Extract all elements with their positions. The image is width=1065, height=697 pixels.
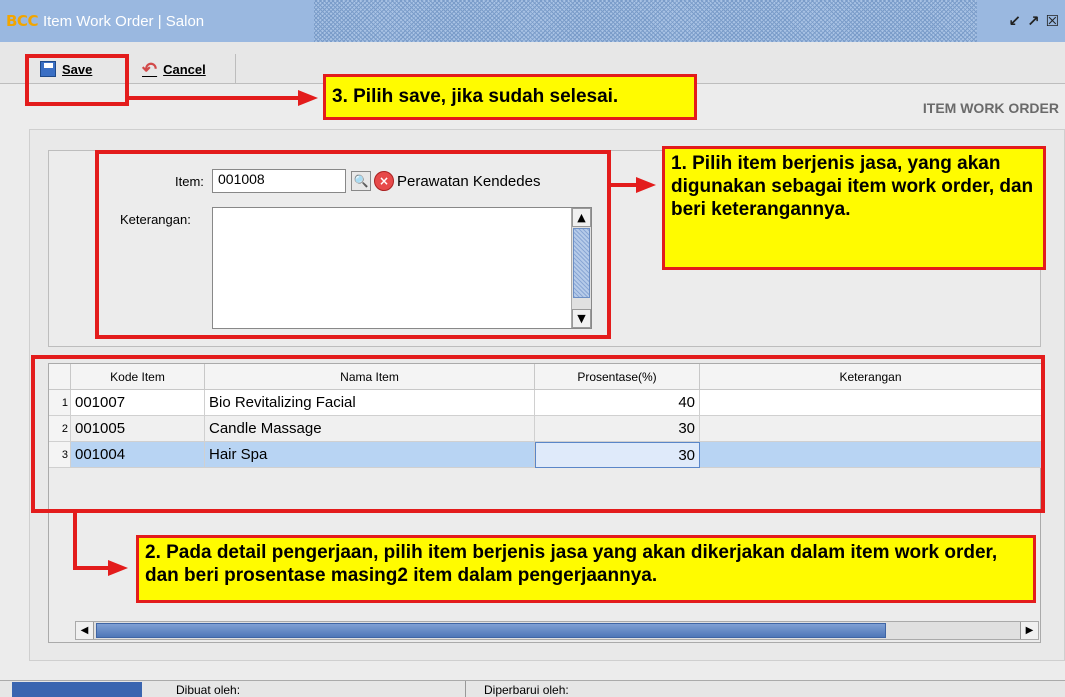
horizontal-scrollbar[interactable]: ◀ ▶	[75, 621, 1039, 640]
annotation-box-form	[95, 150, 611, 339]
bee-logo: BCC	[6, 12, 38, 30]
annotation-note-1: 1. Pilih item berjenis jasa, yang akan d…	[662, 146, 1046, 270]
arrow-line-3	[129, 96, 304, 100]
page-title: ITEM WORK ORDER	[922, 100, 1059, 116]
updated-by-label: Diperbarui oleh:	[484, 683, 569, 697]
window-controls: ↙ ↗ ☒	[977, 0, 1065, 42]
arrow-head-icon	[636, 177, 656, 193]
cancel-button[interactable]: ↶ Cancel	[136, 54, 236, 84]
title-panel: BCC Item Work Order | Salon	[0, 0, 314, 42]
created-by-label: Dibuat oleh:	[176, 683, 241, 697]
annotation-box-save	[25, 54, 129, 106]
arrow-head-icon	[108, 560, 128, 576]
scroll-right-icon[interactable]: ▶	[1020, 622, 1038, 639]
close-icon[interactable]: ☒	[1046, 13, 1059, 29]
maximize-icon[interactable]: ↗	[1027, 13, 1040, 29]
arrow-line-2-horizontal	[73, 566, 113, 570]
annotation-box-grid	[31, 355, 1045, 513]
scroll-left-icon[interactable]: ◀	[76, 622, 94, 639]
undo-arrow-icon: ↶	[142, 58, 158, 79]
minimize-icon[interactable]: ↙	[1008, 13, 1021, 29]
arrow-head-icon	[298, 90, 318, 106]
annotation-note-3: 3. Pilih save, jika sudah selesai.	[323, 74, 697, 120]
window-title: Item Work Order | Salon	[42, 12, 205, 30]
footer-divider	[465, 681, 466, 697]
arrow-line-2-vertical	[73, 513, 77, 570]
cancel-label: Cancel	[163, 61, 206, 77]
scroll-thumb[interactable]	[96, 623, 886, 638]
annotation-note-2: 2. Pada detail pengerjaan, pilih item be…	[136, 535, 1036, 603]
footer-blue-block	[12, 682, 142, 697]
